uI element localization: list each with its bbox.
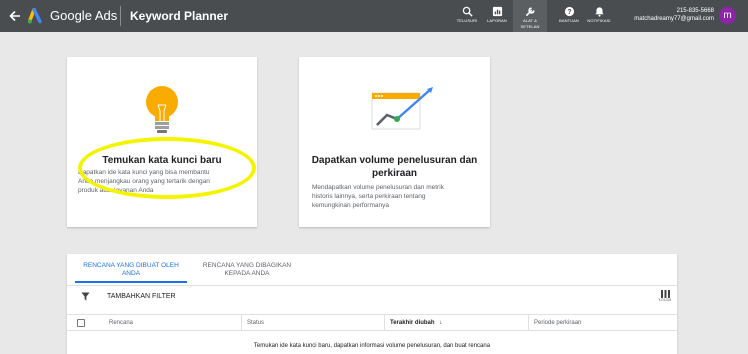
account-info[interactable]: 215-835-5668 matchadreamy77@gmail.com (634, 7, 714, 23)
notifications-button-label: NOTIFIKASI (587, 18, 611, 23)
columns-icon (660, 290, 670, 298)
add-filter-button[interactable]: TAMBAHKAN FILTER (107, 293, 176, 301)
notifications-button[interactable]: NOTIFIKASI (582, 0, 616, 32)
google-ads-logo-icon[interactable] (28, 8, 46, 24)
account-phone: 215-835-5668 (676, 8, 714, 14)
tab-my-plans-line: ANDA (121, 270, 141, 277)
svg-text:?: ? (567, 9, 571, 16)
select-all-checkbox[interactable] (77, 319, 85, 327)
tools-settings-button[interactable]: ALAT & SETELAN (513, 0, 547, 32)
trend-chart-icon (371, 87, 433, 130)
filter-icon[interactable] (81, 292, 90, 301)
columns-button[interactable]: KOLOM (655, 290, 675, 303)
forecast-title-line: Dapatkan volume penelusuran dan (311, 155, 478, 166)
column-header-plan[interactable]: Rencana (109, 319, 133, 327)
column-divider (241, 315, 242, 331)
search-volume-forecast-card[interactable]: Dapatkan volume penelusuran dan perkiraa… (299, 57, 490, 227)
account-email: matchadreamy77@gmail.com (634, 16, 714, 22)
tab-my-plans-line: RENCANA YANG DIBUAT OLEH (83, 262, 179, 269)
column-divider (528, 315, 529, 331)
bell-icon (594, 7, 604, 17)
tab-my-plans[interactable]: RENCANA YANG DIBUAT OLEH ANDA (75, 262, 187, 278)
forecast-title-line: perkiraan (371, 168, 418, 179)
column-divider (384, 315, 385, 331)
tools-settings-label-1: ALAT & (522, 18, 537, 23)
forecast-card-title: Dapatkan volume penelusuran dan perkiraa… (299, 154, 490, 180)
page-title: Keyword Planner (130, 9, 229, 23)
forecast-desc-line: historis lainnya, serta perkiraan tentan… (312, 193, 426, 200)
highlight-circle-annotation (78, 137, 256, 199)
active-tab-indicator (75, 281, 187, 283)
columns-label: KOLOM (658, 298, 672, 302)
search-icon (462, 6, 473, 17)
column-header-status[interactable]: Status (247, 319, 264, 327)
tools-settings-label-2: SETELAN (520, 24, 540, 29)
reports-icon (492, 6, 502, 17)
last-modified-label: Terakhir diubah (390, 320, 435, 326)
column-header-forecast-period[interactable]: Periode perkiraan (534, 319, 581, 327)
help-button[interactable]: ? BANTUAN (552, 0, 586, 32)
column-header-last-modified[interactable]: Terakhir diubah ↓ (390, 319, 442, 327)
help-button-label: BANTUAN (559, 18, 579, 23)
avatar[interactable]: m (719, 7, 736, 24)
brand-name[interactable]: Google Ads (50, 8, 117, 24)
tab-shared-plans-line: KEPADA ANDA (224, 270, 270, 277)
forecast-desc-line: Mendapatkan volume penelusuran dan metri… (312, 184, 444, 191)
plans-table-header: Rencana Status Terakhir diubah ↓ Periode… (67, 314, 677, 331)
search-button[interactable]: TELUSURI (450, 0, 484, 32)
tab-shared-plans-line: RENCANA YANG DIBAGIKAN (202, 262, 292, 269)
back-arrow-icon[interactable] (8, 9, 22, 23)
plans-panel: RENCANA YANG DIBUAT OLEH ANDA RENCANA YA… (67, 254, 677, 354)
tab-shared-plans[interactable]: RENCANA YANG DIBAGIKAN KEPADA ANDA (189, 262, 305, 278)
search-button-label: TELUSURI (456, 18, 478, 23)
sort-descending-icon: ↓ (439, 320, 443, 326)
lightbulb-icon (146, 86, 178, 133)
forecast-desc-line: kemungkinan performanya (312, 202, 389, 209)
top-bar: Google Ads Keyword Planner TELUSURI LAPO… (0, 0, 748, 32)
wrench-icon (525, 7, 535, 16)
help-icon: ? (564, 6, 574, 17)
reports-button[interactable]: LAPORAN (480, 0, 514, 32)
empty-state-message: Temukan ide kata kunci baru, dapatkan in… (253, 343, 491, 349)
header-divider (120, 6, 121, 26)
forecast-card-description: Mendapatkan volume penelusuran dan metri… (312, 183, 444, 210)
reports-button-label: LAPORAN (487, 18, 507, 23)
tabs-divider (67, 285, 677, 286)
